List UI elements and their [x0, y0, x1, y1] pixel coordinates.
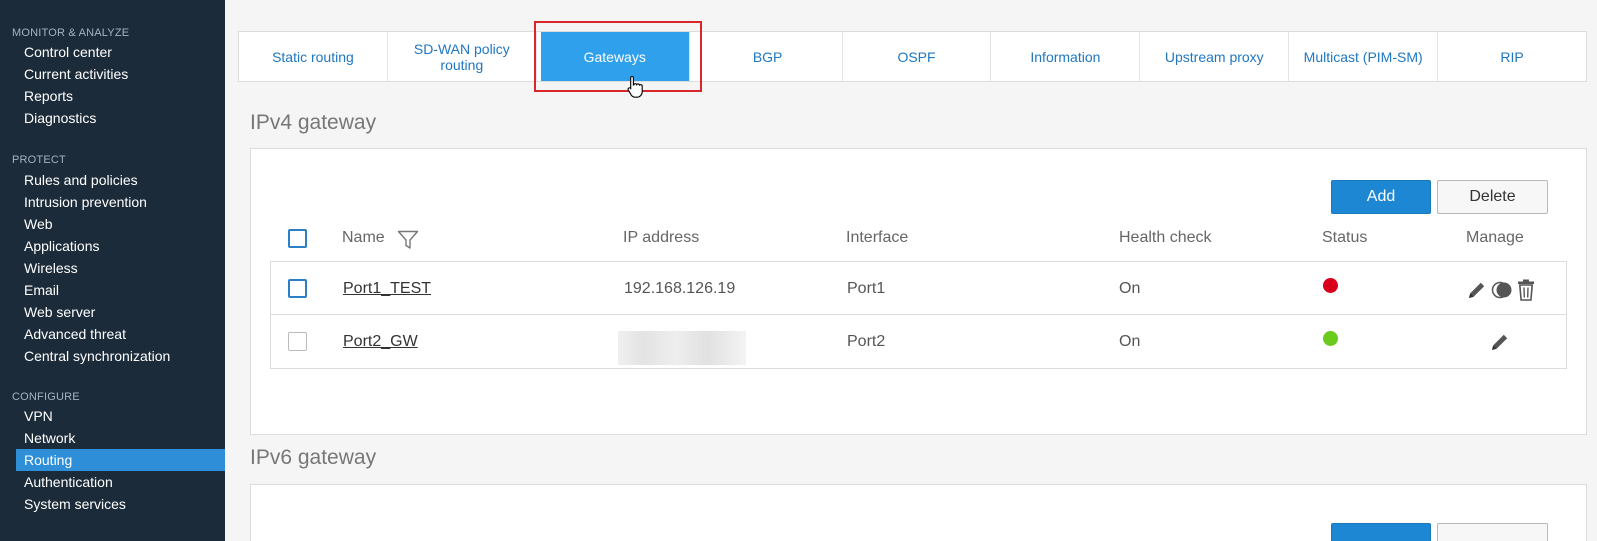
gateway-ip: 192.168.126.19: [624, 280, 736, 297]
add-button[interactable]: Add: [1331, 180, 1431, 214]
sidebar-item-vpn[interactable]: VPN: [16, 405, 225, 427]
sidebar-section-configure: CONFIGURE: [12, 391, 80, 403]
select-all-checkbox[interactable]: [288, 229, 307, 248]
sidebar-item-diagnostics[interactable]: Diagnostics: [16, 107, 225, 129]
tab-multicast[interactable]: Multicast (PIM-SM): [1289, 32, 1439, 81]
ipv6-gateway-panel: [250, 484, 1587, 541]
gateway-health-check: On: [1119, 280, 1141, 297]
row-checkbox[interactable]: [288, 332, 307, 351]
column-header-health-check: Health check: [1119, 229, 1212, 246]
gateway-name-link[interactable]: Port2_GW: [343, 315, 418, 368]
toggle-icon[interactable]: [1491, 281, 1513, 299]
gateway-interface: Port1: [847, 280, 886, 297]
ipv6-delete-button[interactable]: [1437, 523, 1548, 541]
delete-button[interactable]: Delete: [1437, 180, 1548, 214]
filter-icon[interactable]: [397, 230, 419, 250]
tab-information[interactable]: Information: [991, 32, 1141, 81]
sidebar-section-monitor: MONITOR & ANALYZE: [12, 27, 130, 39]
sidebar-item-wireless[interactable]: Wireless: [16, 257, 225, 279]
gateway-table: Port1_TEST 192.168.126.19 Port1 On Port2…: [270, 261, 1567, 369]
ipv6-gateway-title: IPv6 gateway: [250, 446, 377, 469]
highlight-box: [534, 21, 702, 92]
sidebar-item-control-center[interactable]: Control center: [16, 41, 225, 63]
sidebar-item-web-server[interactable]: Web server: [16, 301, 225, 323]
table-row: Port2_GW Port2 On: [271, 315, 1566, 368]
tab-bgp[interactable]: BGP: [694, 32, 843, 81]
gateway-health-check: On: [1119, 333, 1141, 350]
ipv4-gateway-title: IPv4 gateway: [250, 111, 377, 134]
sidebar-item-authentication[interactable]: Authentication: [16, 471, 225, 493]
status-indicator-up: [1323, 331, 1338, 346]
tab-ospf[interactable]: OSPF: [843, 32, 992, 81]
tab-sdwan-policy-routing[interactable]: SD-WAN policy routing: [388, 32, 537, 81]
sidebar-item-network[interactable]: Network: [16, 427, 225, 449]
sidebar-item-applications[interactable]: Applications: [16, 235, 225, 257]
sidebar-item-current-activities[interactable]: Current activities: [16, 63, 225, 85]
sidebar: MONITOR & ANALYZE Control center Current…: [0, 0, 225, 541]
sidebar-item-central-sync[interactable]: Central synchronization: [16, 345, 225, 367]
ipv6-add-button[interactable]: [1331, 523, 1431, 541]
delete-icon[interactable]: [1517, 279, 1535, 301]
hand-cursor-icon: [627, 75, 643, 98]
tab-rip[interactable]: RIP: [1438, 32, 1586, 81]
tab-static-routing[interactable]: Static routing: [239, 32, 388, 81]
routing-tabs: Static routing SD-WAN policy routing Gat…: [238, 31, 1587, 82]
sidebar-section-protect: PROTECT: [12, 154, 66, 166]
status-indicator-down: [1323, 278, 1338, 293]
column-header-ip-address: IP address: [623, 229, 700, 246]
tab-upstream-proxy[interactable]: Upstream proxy: [1140, 32, 1290, 81]
row-checkbox[interactable]: [288, 279, 307, 298]
column-header-manage: Manage: [1466, 229, 1524, 246]
sidebar-item-advanced-threat[interactable]: Advanced threat: [16, 323, 225, 345]
sidebar-item-email[interactable]: Email: [16, 279, 225, 301]
edit-icon[interactable]: [1467, 280, 1487, 300]
column-header-interface: Interface: [846, 229, 909, 246]
redacted-ip: [618, 331, 746, 365]
edit-icon[interactable]: [1490, 332, 1510, 352]
gateway-name-link[interactable]: Port1_TEST: [343, 262, 431, 315]
sidebar-item-web[interactable]: Web: [16, 213, 225, 235]
sidebar-item-routing[interactable]: Routing: [16, 449, 225, 471]
sidebar-item-intrusion-prevention[interactable]: Intrusion prevention: [16, 191, 225, 213]
gateway-interface: Port2: [847, 333, 886, 350]
table-row: Port1_TEST 192.168.126.19 Port1 On: [271, 262, 1566, 315]
ipv4-gateway-panel: Add Delete Name IP address Interface Hea…: [250, 148, 1587, 435]
sidebar-item-reports[interactable]: Reports: [16, 85, 225, 107]
sidebar-item-rules-policies[interactable]: Rules and policies: [16, 169, 225, 191]
sidebar-item-system-services[interactable]: System services: [16, 493, 225, 515]
column-header-status: Status: [1322, 229, 1368, 246]
column-header-name: Name: [342, 229, 385, 246]
